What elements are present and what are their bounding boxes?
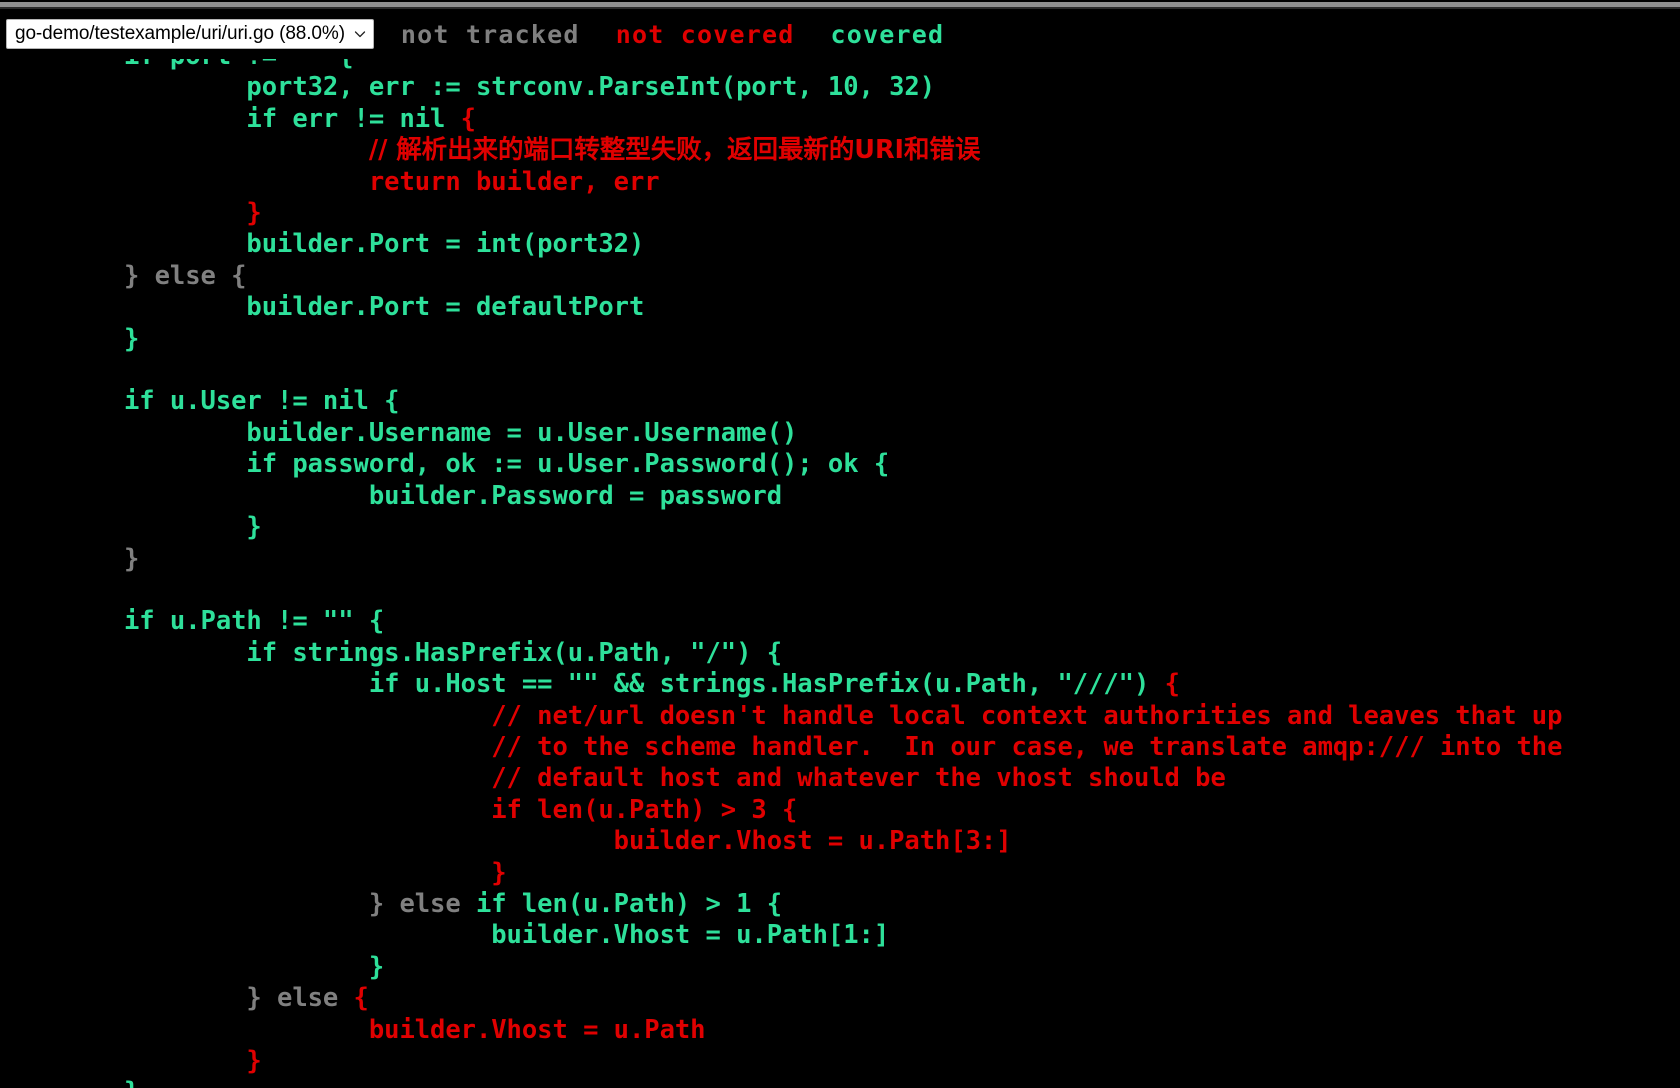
code-line: // net/url doesn't handle local context … [0,701,1562,732]
code-line: } [0,544,1562,575]
code-line: if password, ok := u.User.Password(); ok… [0,449,1562,480]
code-line: } else if len(u.Path) > 1 { [0,889,1562,920]
code-line: return builder, err [0,167,1562,198]
code-line: } [0,858,1562,889]
code-segment-uncov: { [460,103,476,134]
code-line: if u.User != nil { [0,386,1562,417]
code-segment-cov: builder.Password = password [124,480,782,511]
code-line: if len(u.Path) > 3 { [0,795,1562,826]
code-line: builder.Vhost = u.Path[1:] [0,920,1562,951]
code-line: builder.Port = int(port32) [0,229,1562,260]
code-segment-cov: builder.Username = u.User.Username() [124,417,798,448]
code-segment-uncov: { [353,983,369,1014]
code-line: } [0,198,1562,229]
code-line: port32, err := strconv.ParseInt(port, 10… [0,72,1562,103]
code-segment-cov: port32, err := strconv.ParseInt(port, 10… [124,72,936,103]
source-code-block: if port != "" { port32, err := strconv.P… [0,59,1562,1088]
code-segment-cov: if u.Host == "" && strings.HasPrefix(u.P… [124,669,1165,700]
code-segment-uncov: // 解析出来的端口转整型失败，返回最新的URI和错误 [368,135,981,166]
code-segment-cov: } [124,512,262,543]
file-selector-dropdown[interactable]: go-demo/testexample/uri/uri.go (88.0%) [6,19,374,49]
code-segment-untrk: } else [124,888,476,919]
code-line: builder.Username = u.User.Username() [0,418,1562,449]
code-segment-cov: if strings.HasPrefix(u.Path, "/") { [124,637,782,668]
code-segment-cov: if err != nil [124,103,461,134]
code-line: } [0,324,1562,355]
code-line: if err != nil { [0,104,1562,135]
legend-not-covered: not covered [615,19,795,49]
code-segment-uncov: { [1164,669,1180,700]
legend-not-tracked: not tracked [400,19,580,49]
code-scroll-pane[interactable]: if port != "" { port32, err := strconv.P… [0,59,1680,1088]
code-segment-uncov [124,135,369,165]
code-line: if port != "" { [0,59,1562,72]
code-line: // default host and whatever the vhost s… [0,763,1562,794]
code-segment-uncov: // default host and whatever the vhost s… [124,763,1226,794]
code-segment-untrk: } else { [124,260,247,291]
file-selector-label: go-demo/testexample/uri/uri.go (88.0%) [15,23,345,44]
code-line: } [0,1046,1562,1077]
code-line: if strings.HasPrefix(u.Path, "/") { [0,638,1562,669]
code-segment-cov: builder.Port = int(port32) [124,229,645,260]
code-line: } [0,512,1562,543]
code-segment-uncov: builder.Vhost = u.Path [124,1014,706,1045]
code-segment-cov: if port != "" { [124,59,354,71]
code-segment-uncov: return builder, err [124,166,660,197]
code-segment-uncov: } [124,198,262,229]
code-line: // to the scheme handler. In our case, w… [0,732,1562,763]
code-segment-cov: if u.Path != "" { [124,606,385,637]
chevron-down-icon [353,27,367,41]
code-segment-uncov: // to the scheme handler. In our case, w… [124,731,1563,762]
coverage-legend: not tracked not covered covered [401,20,944,49]
coverage-report-app: go-demo/testexample/uri/uri.go (88.0%) n… [0,0,1680,1088]
code-line: if u.Path != "" { [0,606,1562,637]
code-segment-cov: builder.Port = defaultPort [124,292,645,323]
code-segment-cov: if password, ok := u.User.Password(); ok… [124,449,890,480]
code-line: builder.Password = password [0,481,1562,512]
toolbar: go-demo/testexample/uri/uri.go (88.0%) n… [0,9,1680,59]
code-segment-cov: } [124,323,140,354]
code-line: } else { [0,261,1562,292]
code-line: builder.Port = defaultPort [0,292,1562,323]
window-title-strip [0,0,1680,9]
code-line: } else { [0,983,1562,1014]
code-line: } [0,952,1562,983]
code-segment-uncov: // net/url doesn't handle local context … [124,700,1563,731]
code-line: builder.Vhost = u.Path [0,1015,1562,1046]
code-line: // 解析出来的端口转整型失败，返回最新的URI和错误 [0,135,1562,166]
code-segment-uncov: } [124,1046,262,1076]
code-segment-cov: if len(u.Path) > 1 { [475,888,782,919]
code-segment-uncov: builder.Vhost = u.Path[3:] [124,826,1012,857]
code-segment-cov: builder.Vhost = u.Path[1:] [124,920,890,951]
legend-covered: covered [830,19,945,49]
code-line: } [0,1077,1562,1088]
code-segment-untrk: } else [124,983,354,1014]
code-segment-cov: if u.User != nil { [124,386,400,417]
code-segment-cov: } [124,951,385,982]
code-line: if u.Host == "" && strings.HasPrefix(u.P… [0,669,1562,700]
code-line: builder.Vhost = u.Path[3:] [0,826,1562,857]
code-segment-uncov: } [124,857,507,888]
code-segment-untrk: } [124,543,140,574]
code-segment-cov: } [124,1077,139,1088]
code-segment-uncov: if len(u.Path) > 3 { [124,794,798,825]
